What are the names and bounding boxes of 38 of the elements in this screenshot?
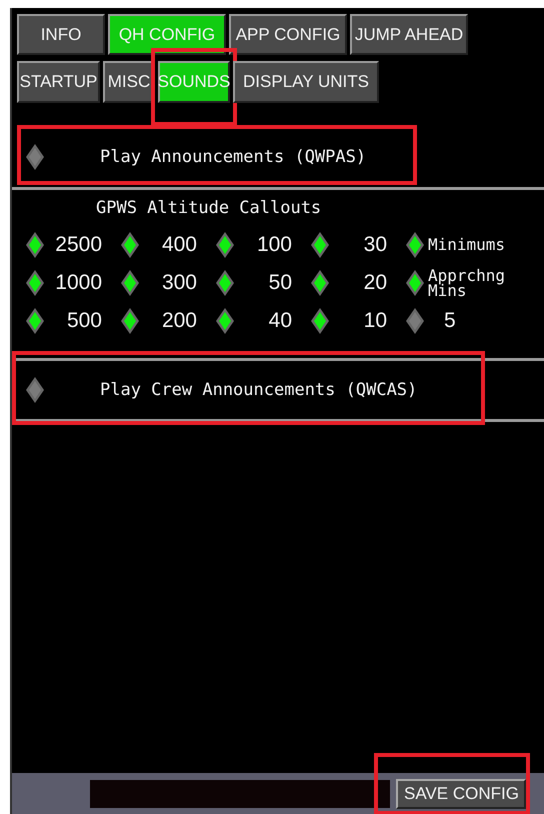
callout-label: 2500 bbox=[54, 235, 102, 255]
diamond-icon[interactable] bbox=[26, 308, 44, 334]
callout-label: 10 bbox=[362, 311, 387, 331]
diamond-icon[interactable] bbox=[216, 308, 234, 334]
diamond-icon[interactable] bbox=[26, 232, 44, 258]
diamond-icon[interactable] bbox=[121, 232, 139, 258]
callout-label: 500 bbox=[66, 311, 102, 331]
diamond-icon[interactable] bbox=[311, 270, 329, 296]
callout-label: 5 bbox=[443, 311, 456, 331]
callout-label: 400 bbox=[160, 235, 197, 255]
diamond-icon[interactable] bbox=[406, 232, 424, 258]
callout-label: 20 bbox=[362, 273, 387, 293]
option-label: Play Announcements (QWPAS) bbox=[100, 147, 366, 167]
callout-label: 300 bbox=[160, 273, 197, 293]
diamond-icon[interactable] bbox=[26, 270, 44, 296]
tab[interactable]: DISPLAY UNITS bbox=[233, 61, 379, 103]
diamond-icon[interactable] bbox=[311, 308, 329, 334]
diamond-icon[interactable] bbox=[216, 232, 234, 258]
section-title: GPWS Altitude Callouts bbox=[95, 197, 322, 220]
callout-label: Apprchng Mins bbox=[428, 268, 506, 298]
diamond-icon[interactable] bbox=[406, 270, 424, 296]
diamond-icon[interactable] bbox=[311, 232, 329, 258]
callout-label: 200 bbox=[160, 311, 197, 331]
callout-label: 1000 bbox=[54, 273, 102, 293]
callout-label: 30 bbox=[362, 235, 387, 255]
option-label: Play Crew Announcements (QWCAS) bbox=[100, 380, 418, 400]
diamond-icon[interactable] bbox=[216, 270, 234, 296]
diamond-icon[interactable] bbox=[121, 308, 139, 334]
tab[interactable]: APP CONFIG bbox=[229, 14, 347, 55]
callout-label: 100 bbox=[256, 235, 292, 255]
callout-label: Minimums bbox=[428, 237, 506, 253]
save-button[interactable]: SAVE CONFIG bbox=[396, 778, 526, 808]
callout-label: 40 bbox=[268, 311, 292, 331]
tab[interactable]: INFO bbox=[17, 14, 105, 55]
tab[interactable]: STARTUP bbox=[17, 61, 100, 103]
diamond-icon[interactable] bbox=[121, 270, 139, 296]
callout-label: 50 bbox=[268, 273, 292, 293]
tab[interactable]: JUMP AHEAD bbox=[350, 14, 468, 55]
